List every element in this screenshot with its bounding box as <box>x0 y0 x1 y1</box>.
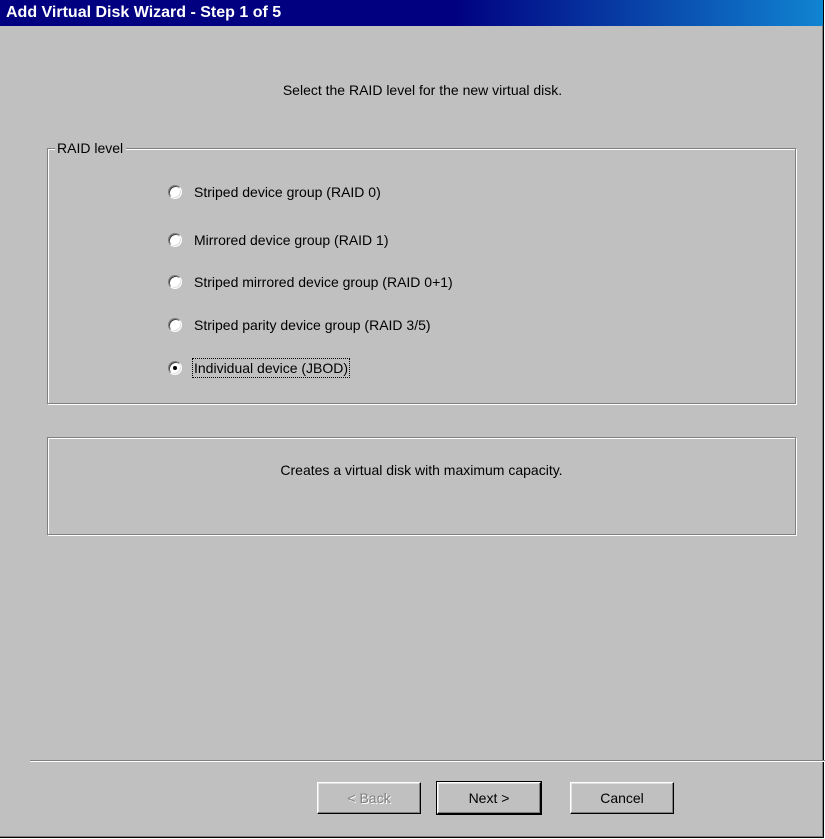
radio-label-raid0: Striped device group (RAID 0) <box>194 184 381 200</box>
back-button[interactable]: < Back <box>317 782 421 814</box>
button-separator <box>30 760 825 762</box>
radio-button-raid01[interactable] <box>168 275 182 289</box>
next-button[interactable]: Next > <box>436 781 542 815</box>
cancel-button[interactable]: Cancel <box>570 782 674 814</box>
radio-button-raid0[interactable] <box>168 185 182 199</box>
raid-level-group: RAID level Striped device group (RAID 0)… <box>47 139 796 404</box>
instruction-text: Select the RAID level for the new virtua… <box>282 82 563 98</box>
radio-button-raid1[interactable] <box>168 233 182 247</box>
radio-label-jbod: Individual device (JBOD) <box>191 358 351 378</box>
radio-button-jbod[interactable] <box>168 361 182 375</box>
radio-raid0[interactable]: Striped device group (RAID 0) <box>168 182 381 202</box>
description-text: Creates a virtual disk with maximum capa… <box>280 462 563 478</box>
radio-label-raid01: Striped mirrored device group (RAID 0+1) <box>194 274 453 290</box>
radio-raid01[interactable]: Striped mirrored device group (RAID 0+1) <box>168 272 453 292</box>
radio-label-raid35: Striped parity device group (RAID 3/5) <box>194 317 431 333</box>
radio-raid35[interactable]: Striped parity device group (RAID 3/5) <box>168 315 431 335</box>
raid-level-legend: RAID level <box>55 139 127 157</box>
radio-label-raid1: Mirrored device group (RAID 1) <box>194 232 389 248</box>
description-panel: Creates a virtual disk with maximum capa… <box>47 437 796 535</box>
window-title: Add Virtual Disk Wizard - Step 1 of 5 <box>0 0 823 26</box>
radio-button-raid35[interactable] <box>168 318 182 332</box>
radio-raid1[interactable]: Mirrored device group (RAID 1) <box>168 230 389 250</box>
wizard-window: Add Virtual Disk Wizard - Step 1 of 5 Se… <box>0 0 825 838</box>
radio-jbod[interactable]: Individual device (JBOD) <box>168 358 351 378</box>
